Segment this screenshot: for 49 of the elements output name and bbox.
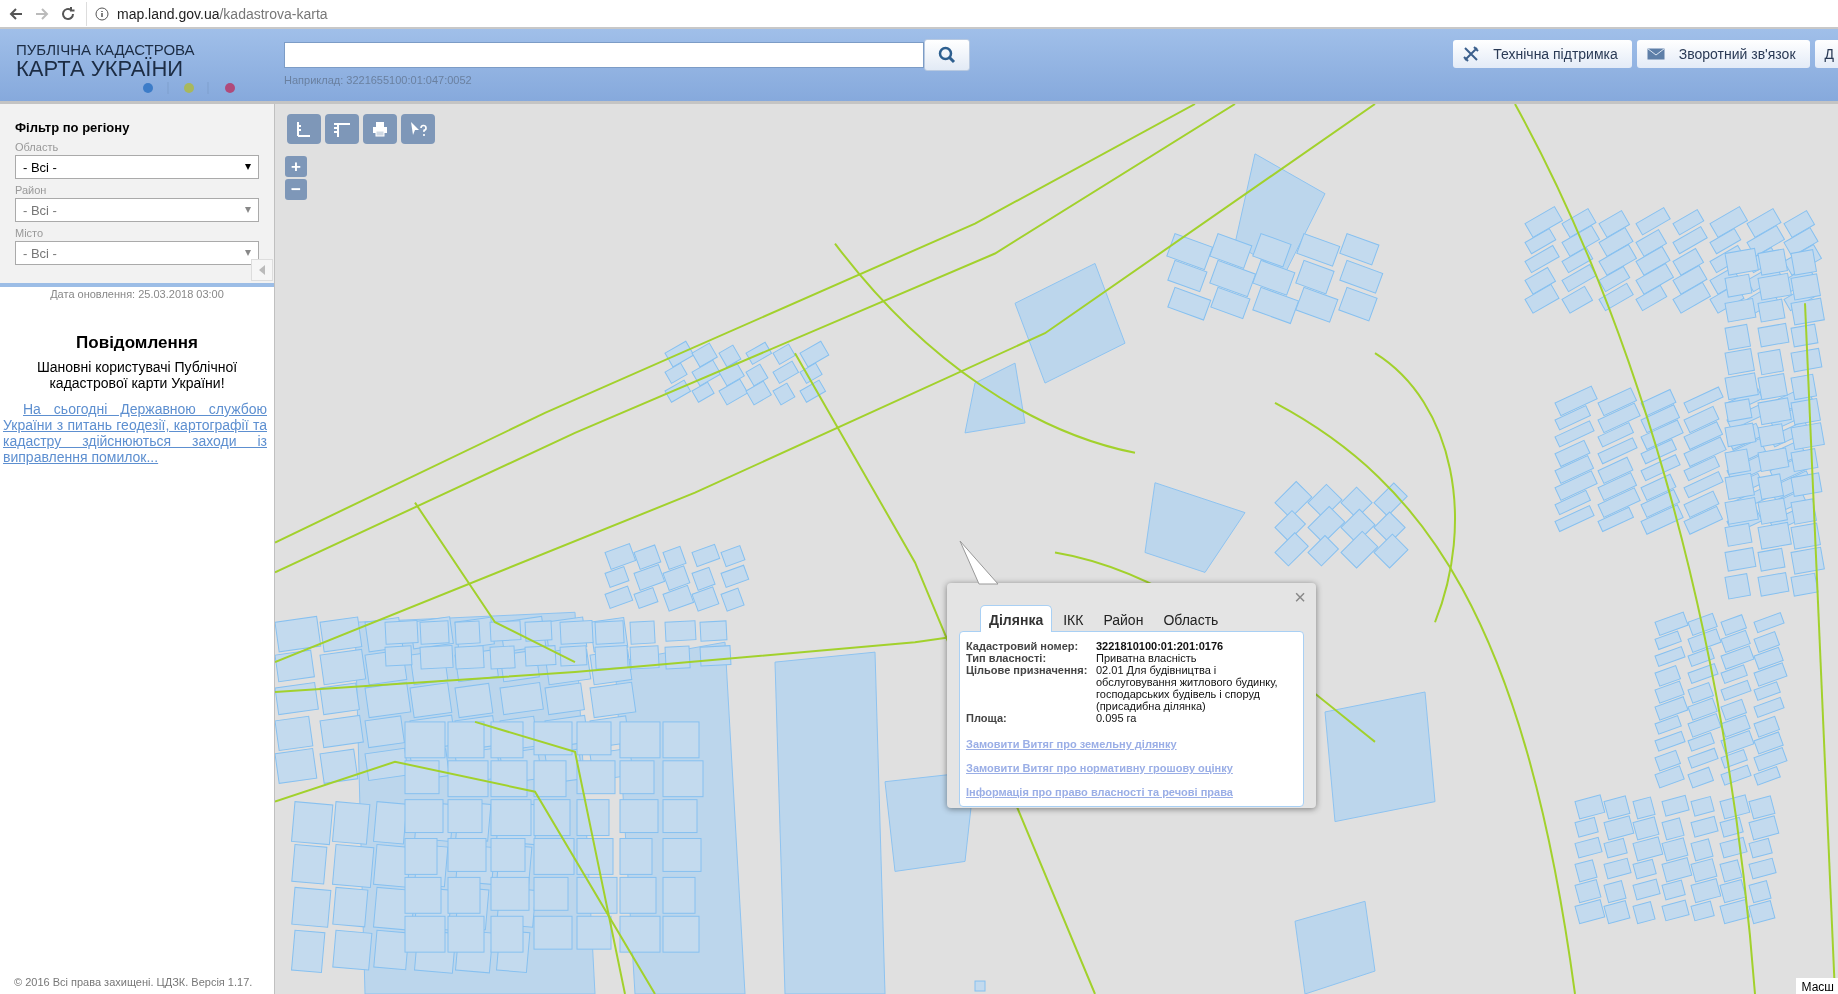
scale-label: Масш: [1795, 978, 1838, 994]
printer-icon: [371, 120, 389, 138]
field-value: 0.095 га: [1096, 712, 1137, 724]
ruler-icon: [295, 120, 313, 138]
header-button[interactable]: Д: [1814, 40, 1838, 68]
address-bar[interactable]: map.land.gov.ua/kadastrova-karta: [86, 1, 1830, 26]
popup-tab[interactable]: Ділянка: [980, 605, 1053, 632]
popup-tab[interactable]: Область: [1154, 605, 1228, 632]
field-label: Цільове призначення:: [966, 664, 1089, 678]
map-tool-button[interactable]: [401, 114, 435, 144]
map-tool-button[interactable]: [287, 114, 321, 144]
search-hint: Наприклад: 3221655100:01:047:0052: [284, 74, 473, 86]
area-ruler-icon: [332, 120, 352, 138]
field-value: 3221810100:01:201:0176: [1096, 640, 1224, 652]
notice-text: Шановні користувачі Публічної кадастрової карти України!: [35, 359, 239, 391]
field-label: Кадастровий номер:: [966, 640, 1080, 652]
forward-icon[interactable]: [34, 5, 50, 22]
search-button[interactable]: [924, 39, 970, 71]
notice-title: Повідомлення: [75, 333, 199, 353]
field-label: Місто: [15, 227, 45, 239]
field-label: Тип власності:: [966, 652, 1048, 664]
field-label: Область: [15, 141, 60, 153]
popup-tab[interactable]: ІКК: [1054, 605, 1093, 632]
header-button[interactable]: Зворотний зв'язок: [1636, 40, 1810, 68]
update-date: Дата оновлення: 25.03.2018 03:00: [49, 288, 225, 300]
header-button[interactable]: Технічна підтримка: [1453, 40, 1632, 68]
field-label: Площа:: [966, 712, 1008, 724]
cursor-help-icon: [408, 120, 428, 138]
caret-icon: [245, 207, 251, 213]
reload-icon[interactable]: [60, 5, 76, 22]
envelope-icon: [1646, 48, 1665, 60]
popup-tab[interactable]: Район: [1094, 605, 1153, 632]
collapse-button[interactable]: [251, 259, 273, 281]
field-label: Район: [15, 184, 48, 196]
field-value: Приватна власність: [1096, 652, 1197, 664]
filter-title: Фільтр по регіону: [15, 120, 131, 135]
search-icon: [938, 46, 956, 64]
map-tool-button[interactable]: [325, 114, 359, 144]
search-field[interactable]: [284, 42, 924, 68]
logo-title: КАРТА УКРАЇНИ: [16, 58, 184, 80]
region-select[interactable]: - Всі -: [15, 155, 259, 179]
map-tool-button[interactable]: [363, 114, 397, 144]
field-value: 02.01 Для будівництва і обслуговування житлового будинку, господарських будівель і споруд (присадибна ділянка): [1096, 664, 1279, 712]
caret-icon: [245, 164, 251, 170]
logo-title: ПУБЛІЧНА КАДАСТРОВА: [16, 41, 195, 58]
logo-dots-icon: [142, 82, 238, 94]
copyright-text: © 2016 Всі права захищені. ЦДЗК. Версія 1.17.: [13, 976, 254, 990]
popup-pointer: [959, 540, 999, 586]
back-icon[interactable]: [8, 5, 24, 22]
